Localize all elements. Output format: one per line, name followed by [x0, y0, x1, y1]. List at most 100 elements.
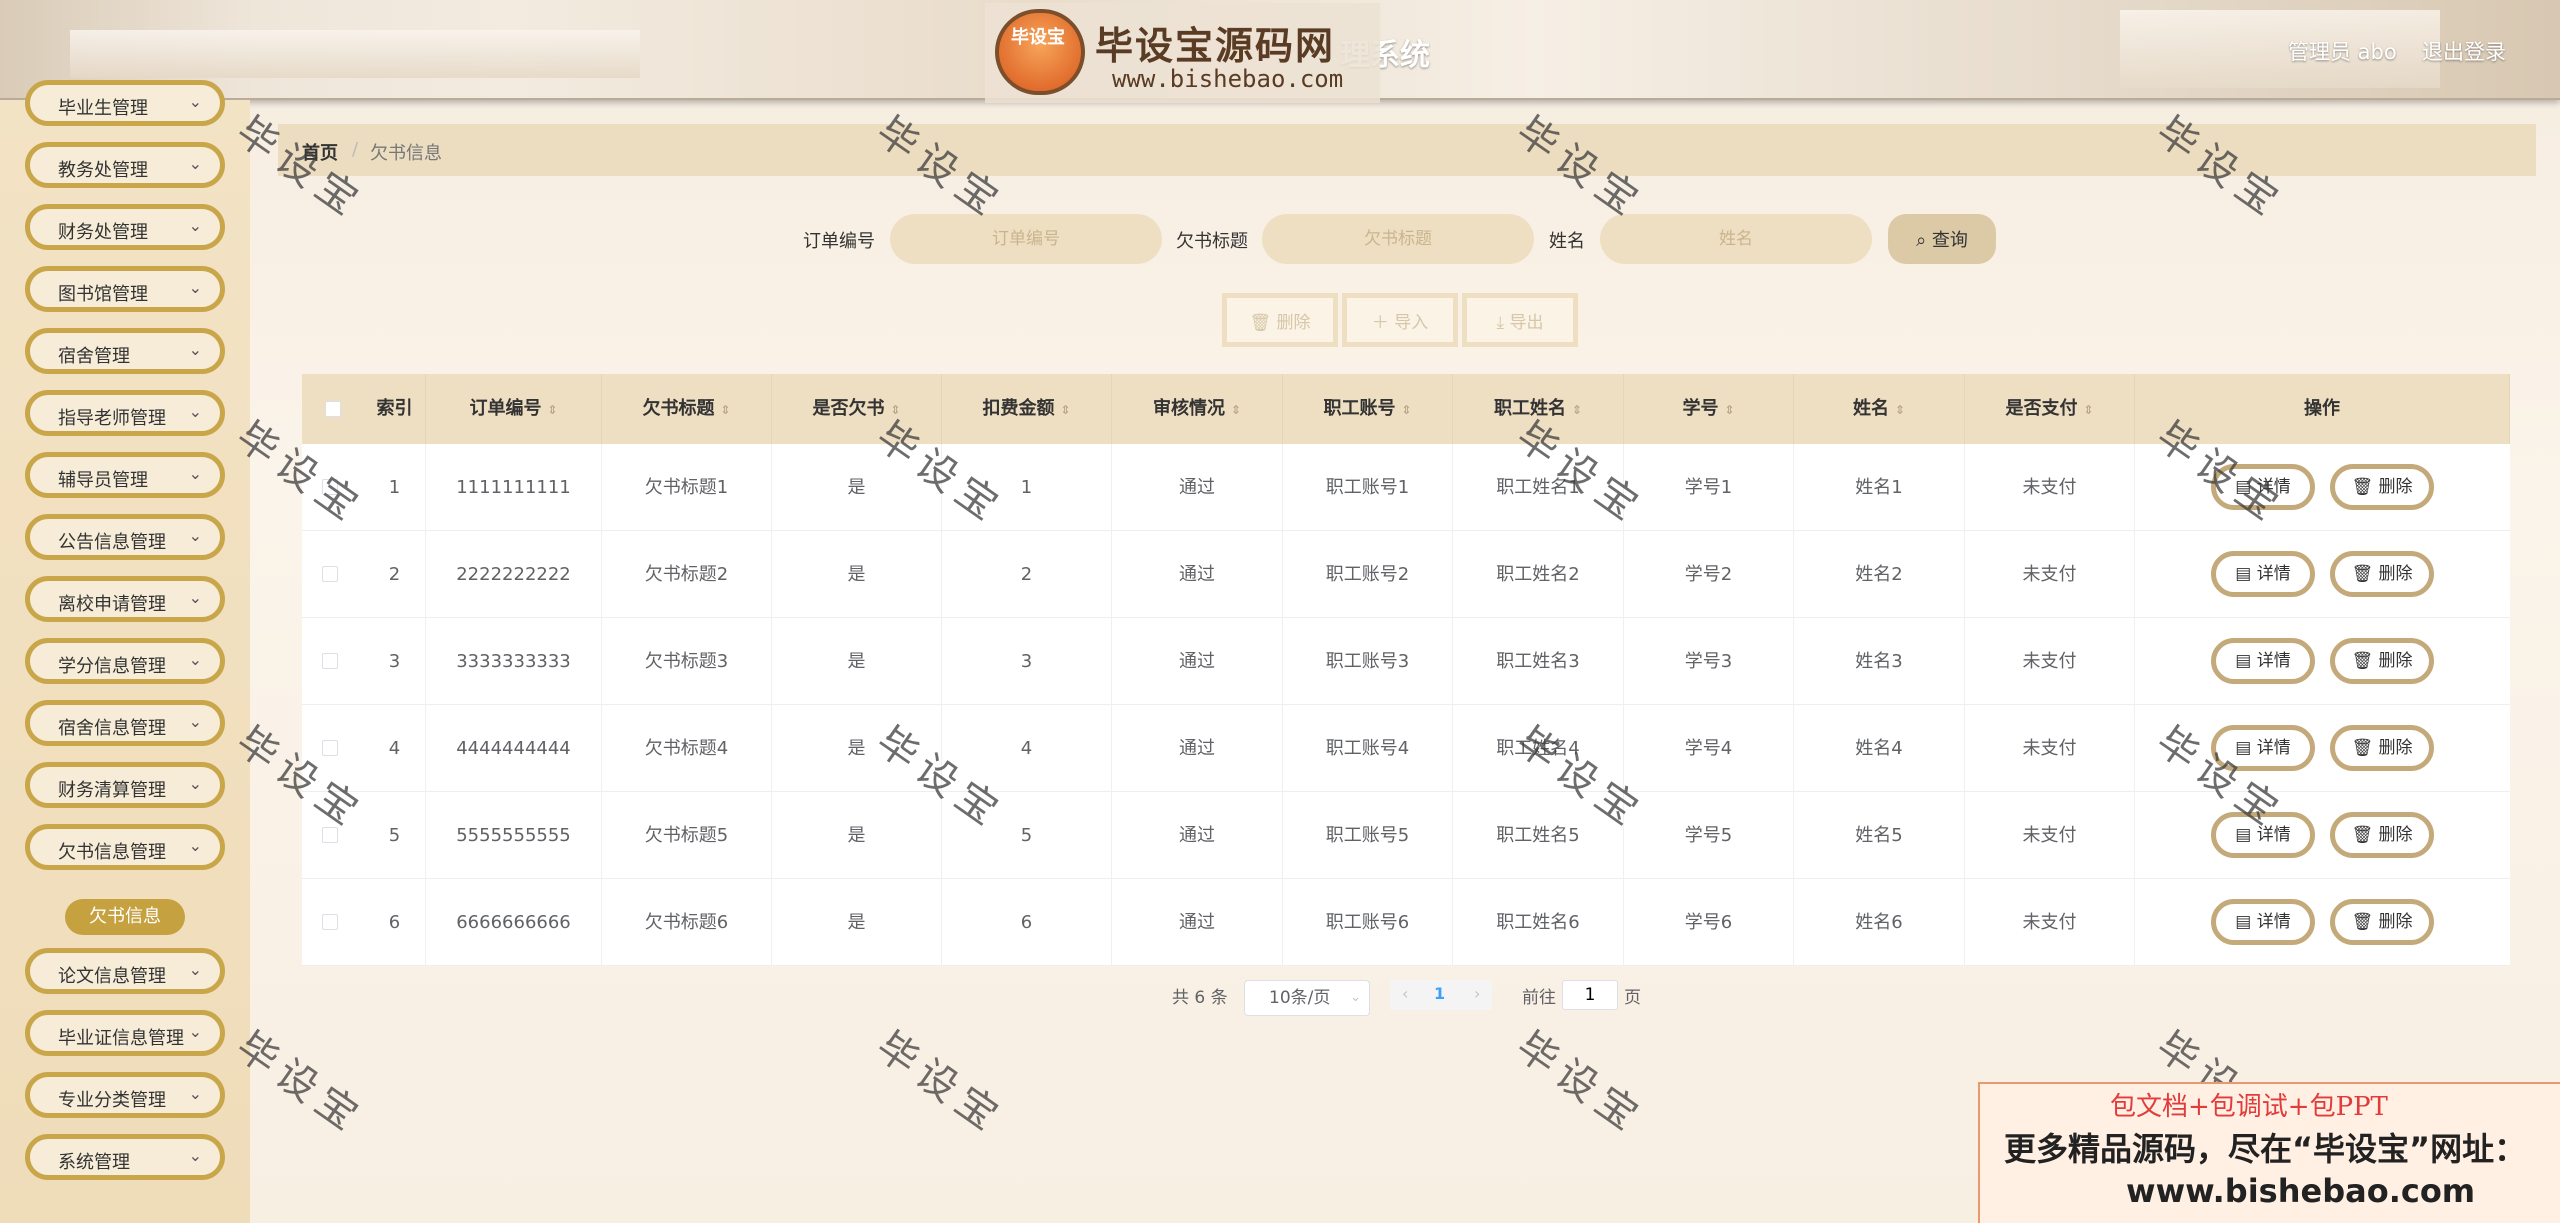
trash-icon: 🗑	[2351, 912, 2374, 932]
column-header[interactable]: 职工姓名 ⇕	[1453, 374, 1624, 444]
column-header[interactable]: 欠书标题 ⇕	[602, 374, 772, 444]
sidebar-item[interactable]: 离校申请管理 ⌄	[25, 576, 225, 622]
order-no-input[interactable]	[890, 214, 1162, 264]
sidebar-item[interactable]: 专业分类管理 ⌄	[25, 1072, 225, 1118]
row-checkbox[interactable]	[322, 914, 338, 930]
column-header[interactable]: 审核情况 ⇕	[1112, 374, 1283, 444]
name-input[interactable]	[1600, 214, 1872, 264]
select-all-checkbox[interactable]	[325, 401, 341, 417]
delete-button-label: 删除	[2378, 912, 2413, 932]
detail-button[interactable]: ▤ 详情	[2211, 899, 2315, 945]
delete-button[interactable]: 🗑 删除	[2330, 725, 2434, 771]
cell-sid: 学号5	[1624, 792, 1794, 879]
sort-icon[interactable]: ⇕	[1401, 403, 1411, 417]
title-input[interactable]	[1262, 214, 1534, 264]
cell-staff-acc: 职工账号1	[1283, 444, 1453, 531]
prev-page-icon[interactable]: ‹	[1402, 984, 1408, 1003]
table-row: 5 5555555555 欠书标题5 是 5 通过 职工账号5 职工姓名5 学号5 姓名5 未支付 ▤…	[302, 792, 2510, 879]
column-header[interactable]: 职工账号 ⇕	[1283, 374, 1453, 444]
row-checkbox[interactable]	[322, 740, 338, 756]
delete-button[interactable]: 🗑 删除	[2330, 464, 2434, 510]
column-header[interactable]: 是否欠书 ⇕	[772, 374, 942, 444]
next-page-icon[interactable]: ›	[1474, 984, 1480, 1003]
row-checkbox[interactable]	[322, 479, 338, 495]
import-button[interactable]: ＋ 导入	[1342, 293, 1458, 347]
trash-icon: 🗑	[2351, 564, 2374, 584]
detail-button[interactable]: ▤ 详情	[2211, 551, 2315, 597]
column-header[interactable]: 是否支付 ⇕	[1965, 374, 2135, 444]
batch-delete-button[interactable]: 🗑 删除	[1222, 293, 1338, 347]
detail-button[interactable]: ▤ 详情	[2211, 812, 2315, 858]
data-table: 索引 订单编号 ⇕ 欠书标题 ⇕ 是否欠书 ⇕ 扣费金额 ⇕ 审核情况 ⇕ 职工账号 ⇕ 职工姓名 ⇕ 学号 ⇕…	[302, 374, 2510, 966]
breadcrumb-home[interactable]: 首页	[302, 139, 338, 165]
export-button[interactable]: ⤓ 导出	[1462, 293, 1578, 347]
row-checkbox[interactable]	[322, 653, 338, 669]
sidebar-item[interactable]: 毕业证信息管理 ⌄	[25, 1010, 225, 1056]
delete-button[interactable]: 🗑 删除	[2330, 638, 2434, 684]
logo-title: 毕设宝源码网	[1095, 24, 1336, 68]
promo-line-1: 包文档+包调试+包PPT	[2110, 1092, 2388, 1122]
cell-sid: 学号6	[1624, 879, 1794, 966]
delete-button[interactable]: 🗑 删除	[2330, 899, 2434, 945]
goto-page-input[interactable]	[1562, 980, 1618, 1010]
sidebar-item[interactable]: 欠书信息管理 ⌄	[25, 824, 225, 870]
sidebar-item[interactable]: 学分信息管理 ⌄	[25, 638, 225, 684]
sidebar-item[interactable]: 毕业生管理 ⌄	[25, 80, 225, 126]
sort-icon[interactable]: ⇕	[2083, 403, 2093, 417]
sidebar-item[interactable]: 辅导员管理 ⌄	[25, 452, 225, 498]
sidebar-item-label: 论文信息管理	[58, 966, 166, 987]
sort-icon[interactable]: ⇕	[1895, 403, 1905, 417]
column-header[interactable]: 学号 ⇕	[1624, 374, 1794, 444]
detail-button[interactable]: ▤ 详情	[2211, 464, 2315, 510]
detail-button[interactable]: ▤ 详情	[2211, 638, 2315, 684]
sidebar-item[interactable]: 公告信息管理 ⌄	[25, 514, 225, 560]
sidebar-item[interactable]: 图书馆管理 ⌄	[25, 266, 225, 312]
sidebar-item[interactable]: 宿舍管理 ⌄	[25, 328, 225, 374]
column-header-label: 是否支付	[2005, 398, 2078, 419]
delete-button[interactable]: 🗑 删除	[2330, 551, 2434, 597]
column-header-label: 扣费金额	[982, 398, 1055, 419]
row-checkbox[interactable]	[322, 566, 338, 582]
sort-icon[interactable]: ⇕	[1060, 403, 1070, 417]
sidebar-subitem-active[interactable]: 欠书信息	[65, 899, 185, 935]
sidebar-item-label: 宿舍信息管理	[58, 718, 166, 739]
top-header: 理系统 毕设宝 毕设宝源码网 www.bishebao.com 管理员 abo …	[0, 0, 2560, 103]
delete-button[interactable]: 🗑 删除	[2330, 812, 2434, 858]
sort-icon[interactable]: ⇕	[720, 403, 730, 417]
logout-link[interactable]: 退出登录	[2422, 36, 2506, 66]
cell-owe: 是	[772, 618, 942, 705]
sidebar-item-label: 系统管理	[58, 1152, 130, 1173]
sidebar-item[interactable]: 宿舍信息管理 ⌄	[25, 700, 225, 746]
column-header[interactable]: 姓名 ⇕	[1794, 374, 1965, 444]
sidebar-item[interactable]: 系统管理 ⌄	[25, 1134, 225, 1180]
chevron-down-icon: ⌄	[1350, 990, 1361, 1005]
row-checkbox[interactable]	[322, 827, 338, 843]
page-number[interactable]: 1	[1434, 984, 1445, 1003]
sort-icon[interactable]: ⇕	[890, 403, 900, 417]
query-button[interactable]: ⌕ 查询	[1888, 214, 1996, 264]
sort-icon[interactable]: ⇕	[1231, 403, 1241, 417]
sort-icon[interactable]: ⇕	[1572, 403, 1582, 417]
sort-icon[interactable]: ⇕	[1724, 403, 1734, 417]
page-size-select[interactable]: 10条/页 ⌄	[1244, 980, 1370, 1016]
sidebar-item[interactable]: 教务处管理 ⌄	[25, 142, 225, 188]
sidebar-item[interactable]: 财务处管理 ⌄	[25, 204, 225, 250]
detail-button[interactable]: ▤ 详情	[2211, 725, 2315, 771]
trash-icon: 🗑	[2351, 825, 2374, 845]
chevron-down-icon: ⌄	[188, 464, 202, 483]
sidebar-item[interactable]: 指导老师管理 ⌄	[25, 390, 225, 436]
column-header[interactable]: 扣费金额 ⇕	[942, 374, 1112, 444]
sort-icon[interactable]: ⇕	[547, 403, 557, 417]
cell-order: 5555555555	[426, 792, 602, 879]
sidebar-item[interactable]: 财务清算管理 ⌄	[25, 762, 225, 808]
current-user: 管理员 abo	[2288, 40, 2397, 64]
goto-label: 前往	[1522, 988, 1556, 1008]
chevron-down-icon: ⌄	[188, 154, 202, 173]
column-header: 索引	[364, 374, 426, 444]
column-header[interactable]: 订单编号 ⇕	[426, 374, 602, 444]
detail-button-label: 详情	[2256, 477, 2291, 497]
cell-title: 欠书标题6	[602, 879, 772, 966]
promo-banner: 包文档+包调试+包PPT 更多精品源码，尽在“毕设宝”网址： www.bishe…	[1978, 1082, 2560, 1223]
trash-icon: 🗑	[1249, 312, 1272, 333]
sidebar-item[interactable]: 论文信息管理 ⌄	[25, 948, 225, 994]
